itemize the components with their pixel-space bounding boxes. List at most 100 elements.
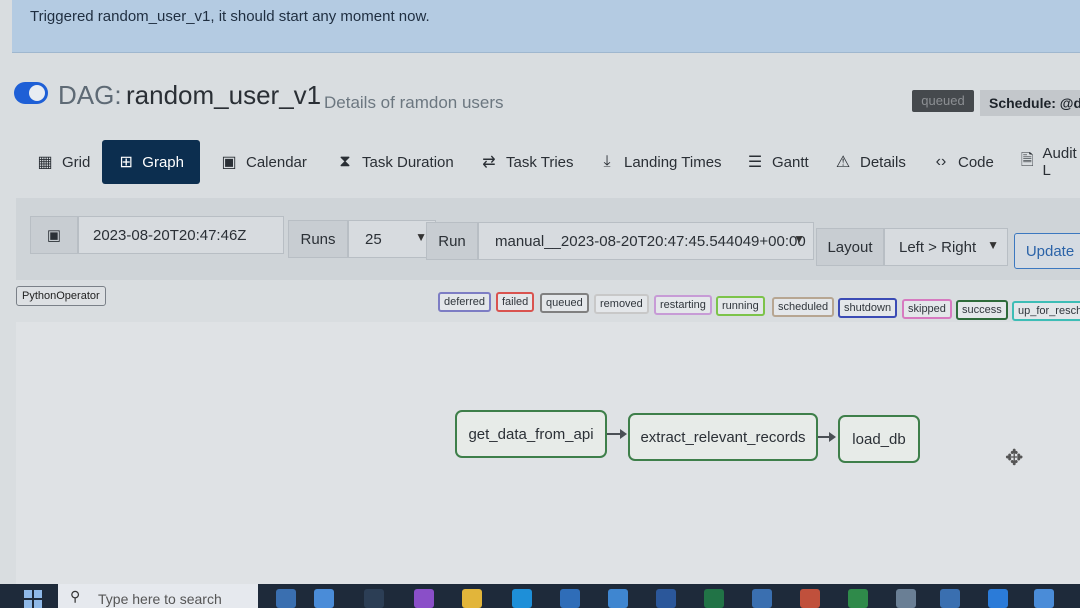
state-restarting[interactable]: restarting bbox=[654, 295, 712, 315]
taskbar-app-icon[interactable] bbox=[414, 589, 434, 608]
tab-grid-label: Grid bbox=[62, 153, 91, 171]
tab-code-label: Code bbox=[958, 153, 994, 171]
run-label: Run bbox=[426, 222, 478, 260]
notification-banner: Triggered random_user_v1, it should star… bbox=[12, 0, 1080, 53]
task-node-load-db[interactable]: load_db bbox=[838, 415, 920, 463]
excel-icon[interactable] bbox=[704, 589, 724, 608]
dag-description: Details of ramdon users bbox=[324, 93, 504, 112]
operator-chip[interactable]: PythonOperator bbox=[16, 286, 106, 306]
taskbar-app-icon[interactable] bbox=[752, 589, 772, 608]
taskbar-app-icon[interactable] bbox=[896, 589, 916, 608]
taskbar-search[interactable]: ⚲ Type here to search bbox=[58, 584, 258, 608]
tab-calendar[interactable]: ▣ Calendar bbox=[214, 140, 313, 184]
state-removed[interactable]: removed bbox=[594, 294, 649, 314]
base-date-value: 2023-08-20T20:47:46Z bbox=[93, 226, 247, 244]
schedule-badge: Schedule: @da bbox=[980, 90, 1080, 116]
windows-taskbar: ⚲ Type here to search bbox=[0, 584, 1080, 608]
retry-icon: ⇄ bbox=[482, 154, 496, 171]
task-node-extract-relevant-records[interactable]: extract_relevant_records bbox=[628, 413, 818, 461]
move-cursor-icon: ✥ bbox=[1005, 445, 1024, 470]
layout-label: Layout bbox=[816, 228, 884, 266]
date-picker-button[interactable]: ▣ bbox=[30, 216, 78, 254]
taskbar-app-icon[interactable] bbox=[848, 589, 868, 608]
state-scheduled[interactable]: scheduled bbox=[772, 297, 835, 317]
state-queued[interactable]: queued bbox=[540, 293, 589, 313]
state-up-for-reschedule[interactable]: up_for_resche bbox=[1012, 301, 1080, 321]
file-explorer-icon[interactable] bbox=[462, 589, 482, 608]
dag-title: random_user_v1 bbox=[126, 80, 322, 110]
tab-task-tries-label: Task Tries bbox=[506, 153, 574, 171]
layout-select[interactable]: Left > Right ▼ bbox=[884, 228, 1008, 266]
search-icon: ⚲ bbox=[70, 588, 81, 604]
base-date-input[interactable]: 2023-08-20T20:47:46Z bbox=[78, 216, 284, 254]
banner-message: Triggered random_user_v1, it should star… bbox=[30, 8, 430, 25]
store-icon[interactable] bbox=[560, 589, 580, 608]
dag-header: DAG: random_user_v1 Details of ramdon us… bbox=[14, 80, 1080, 120]
filter-bar: ▣ 2023-08-20T20:47:46Z Runs 25 ▼ Run man… bbox=[16, 198, 1080, 280]
runs-label-text: Runs bbox=[300, 230, 336, 248]
runs-select[interactable]: 25 ▼ bbox=[348, 220, 436, 258]
taskbar-app-icon[interactable] bbox=[940, 589, 960, 608]
tab-details[interactable]: ⚠ Details bbox=[828, 140, 912, 184]
run-select[interactable]: manual__2023-08-20T20:47:45.544049+00:00… bbox=[478, 222, 814, 260]
tab-gantt[interactable]: ☰ Gantt bbox=[740, 140, 815, 184]
tab-graph[interactable]: ⊞ Graph bbox=[102, 140, 200, 184]
vscode-icon[interactable] bbox=[988, 589, 1008, 608]
edge-browser-icon[interactable] bbox=[512, 589, 532, 608]
dag-prefix: DAG: bbox=[58, 80, 122, 110]
state-deferred[interactable]: deferred bbox=[438, 292, 491, 312]
tab-landing-times[interactable]: ⤓ Landing Times bbox=[592, 140, 728, 184]
taskbar-search-placeholder: Type here to search bbox=[98, 591, 222, 607]
taskbar-app-icon[interactable] bbox=[314, 589, 334, 608]
taskbar-app-icon[interactable] bbox=[364, 589, 384, 608]
tab-task-duration[interactable]: ⧗ Task Duration bbox=[330, 140, 460, 184]
tab-landing-times-label: Landing Times bbox=[624, 153, 722, 171]
taskbar-app-icon[interactable] bbox=[1034, 589, 1054, 608]
legend-row: PythonOperator deferred failed queued re… bbox=[0, 286, 1080, 321]
update-button[interactable]: Update bbox=[1014, 233, 1080, 269]
tab-code[interactable]: ‹› Code bbox=[926, 140, 1000, 184]
dag-pause-toggle[interactable] bbox=[14, 82, 48, 104]
grid-icon: ▦ bbox=[37, 154, 53, 171]
task-node-get-data-from-api[interactable]: get_data_from_api bbox=[455, 410, 607, 458]
runs-label: Runs bbox=[288, 220, 348, 258]
windows-start-icon[interactable] bbox=[24, 590, 42, 608]
tab-gantt-label: Gantt bbox=[772, 153, 809, 171]
tab-audit-log-label: Audit L bbox=[1042, 145, 1077, 179]
layout-label-text: Layout bbox=[827, 238, 873, 256]
view-tabs: ▦ Grid ⊞ Graph ▣ Calendar ⧗ Task Duratio… bbox=[0, 140, 1080, 186]
gantt-icon: ☰ bbox=[747, 154, 763, 171]
calendar-icon: ▣ bbox=[221, 154, 237, 171]
hourglass-icon: ⧗ bbox=[339, 153, 351, 170]
chevron-down-icon: ▼ bbox=[793, 232, 805, 246]
tab-task-tries[interactable]: ⇄ Task Tries bbox=[474, 140, 580, 184]
tab-graph-label: Graph bbox=[142, 153, 184, 171]
graph-icon: ⊞ bbox=[119, 154, 133, 171]
audit-icon: 🗎 bbox=[1020, 151, 1034, 169]
tab-grid[interactable]: ▦ Grid bbox=[30, 140, 96, 184]
calendar-icon: ▣ bbox=[46, 227, 62, 244]
state-shutdown[interactable]: shutdown bbox=[838, 298, 898, 318]
warning-icon: ⚠ bbox=[835, 154, 851, 171]
state-success[interactable]: success bbox=[956, 300, 1008, 320]
state-failed[interactable]: failed bbox=[496, 292, 535, 312]
edge-1 bbox=[607, 429, 627, 439]
status-badge: queued bbox=[912, 90, 974, 112]
mail-icon[interactable] bbox=[608, 589, 628, 608]
tab-details-label: Details bbox=[860, 153, 906, 171]
tab-calendar-label: Calendar bbox=[246, 153, 307, 171]
chrome-icon[interactable] bbox=[800, 589, 820, 608]
state-skipped[interactable]: skipped bbox=[902, 299, 952, 319]
state-running[interactable]: running bbox=[716, 296, 765, 316]
tab-audit-log[interactable]: 🗎 Audit L bbox=[1014, 140, 1080, 184]
run-label-text: Run bbox=[438, 232, 466, 250]
word-icon[interactable] bbox=[656, 589, 676, 608]
runs-select-value: 25 bbox=[365, 230, 382, 248]
tab-task-duration-label: Task Duration bbox=[362, 153, 454, 171]
landing-icon: ⤓ bbox=[603, 153, 611, 170]
edge-2 bbox=[818, 432, 836, 442]
layout-select-value: Left > Right bbox=[899, 238, 977, 256]
code-icon: ‹› bbox=[935, 153, 947, 170]
chevron-down-icon: ▼ bbox=[987, 238, 999, 252]
taskbar-app-icon[interactable] bbox=[276, 589, 296, 608]
